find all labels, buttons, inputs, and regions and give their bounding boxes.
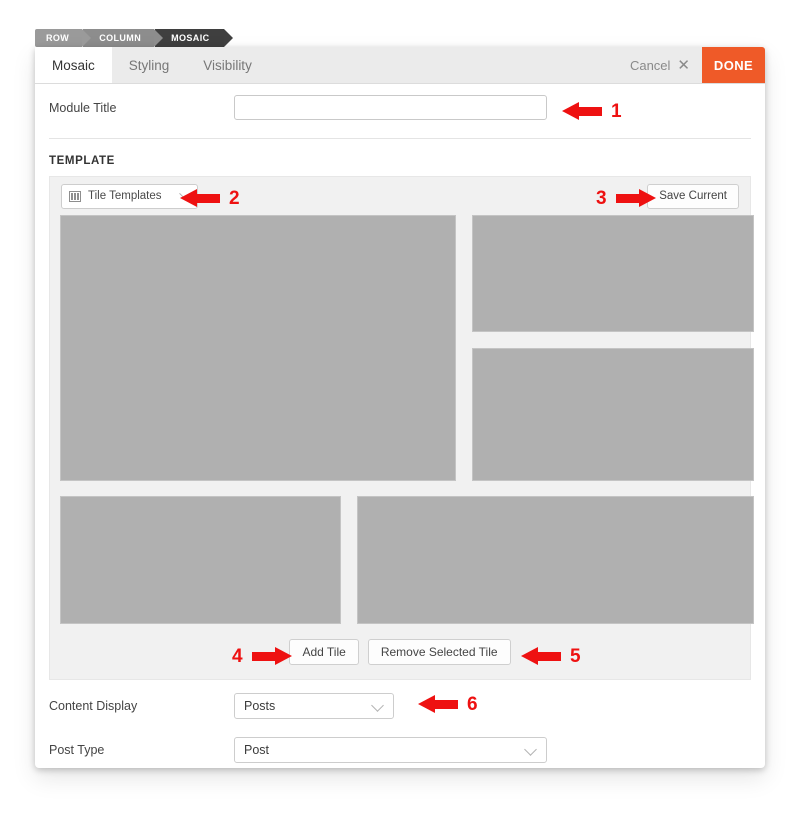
annotation-5: 5 bbox=[521, 647, 581, 666]
table-row[interactable] bbox=[60, 215, 456, 481]
add-tile-label: Add Tile bbox=[302, 645, 346, 659]
save-current-button[interactable]: Save Current bbox=[647, 183, 739, 209]
content-display-row: Content Display Posts bbox=[35, 684, 765, 728]
save-current-label: Save Current bbox=[659, 190, 727, 202]
module-title-input[interactable] bbox=[234, 95, 547, 120]
arrow-right-icon bbox=[251, 647, 292, 666]
module-title-row: Module Title bbox=[35, 84, 765, 131]
tile-templates-dropdown[interactable]: Tile Templates bbox=[61, 183, 198, 209]
tab-styling[interactable]: Styling bbox=[112, 47, 187, 83]
breadcrumb-item-column[interactable]: COLUMN bbox=[83, 29, 164, 47]
tile-action-bar: Add Tile Remove Selected Tile bbox=[50, 625, 750, 679]
table-row[interactable] bbox=[60, 496, 341, 624]
annotation-1: 1 bbox=[562, 102, 622, 121]
remove-tile-label: Remove Selected Tile bbox=[380, 645, 498, 659]
tab-label: Visibility bbox=[203, 57, 252, 73]
breadcrumb-label: ROW bbox=[46, 33, 70, 43]
close-icon: ✕ bbox=[677, 56, 690, 74]
template-section-title: TEMPLATE bbox=[49, 155, 115, 167]
cancel-button[interactable]: Cancel ✕ bbox=[618, 58, 702, 73]
remove-selected-tile-button[interactable]: Remove Selected Tile bbox=[367, 639, 511, 665]
annotation-number: 5 bbox=[570, 646, 581, 667]
arrow-left-icon bbox=[180, 189, 220, 208]
done-button[interactable]: DONE bbox=[702, 47, 765, 83]
post-type-row: Post Type Post bbox=[35, 728, 765, 772]
annotation-number: 2 bbox=[229, 188, 240, 209]
chevron-down-icon bbox=[371, 699, 384, 712]
annotation-number: 3 bbox=[596, 188, 607, 209]
tab-bar: Mosaic Styling Visibility Cancel ✕ DONE bbox=[35, 47, 765, 84]
table-row[interactable] bbox=[472, 348, 754, 481]
chevron-down-icon bbox=[524, 743, 537, 756]
tab-label: Styling bbox=[128, 57, 170, 73]
post-type-label: Post Type bbox=[49, 743, 105, 757]
annotation-2: 2 bbox=[180, 189, 240, 208]
breadcrumb-item-mosaic[interactable]: MOSAIC bbox=[155, 29, 233, 47]
content-display-select[interactable]: Posts bbox=[234, 693, 394, 719]
module-title-label: Module Title bbox=[49, 100, 117, 115]
breadcrumb-label: COLUMN bbox=[99, 33, 142, 43]
cancel-label: Cancel bbox=[629, 57, 671, 73]
arrow-right-icon bbox=[615, 189, 656, 208]
settings-panel: Mosaic Styling Visibility Cancel ✕ DONE … bbox=[35, 47, 765, 768]
table-row[interactable] bbox=[472, 215, 754, 332]
tab-visibility[interactable]: Visibility bbox=[186, 47, 269, 83]
arrow-left-icon bbox=[521, 647, 561, 666]
content-display-label: Content Display bbox=[49, 699, 138, 713]
tab-label: Mosaic bbox=[52, 57, 95, 73]
annotation-number: 4 bbox=[232, 646, 243, 667]
content-display-value: Posts bbox=[244, 699, 276, 713]
done-label: DONE bbox=[713, 57, 754, 73]
tab-mosaic[interactable]: Mosaic bbox=[35, 47, 112, 83]
annotation-4: 4 bbox=[232, 647, 292, 666]
annotation-number: 6 bbox=[467, 694, 478, 715]
annotation-number: 1 bbox=[611, 101, 622, 122]
table-row[interactable] bbox=[357, 496, 754, 624]
columns-icon bbox=[69, 190, 81, 202]
post-type-select[interactable]: Post bbox=[234, 737, 547, 763]
arrow-left-icon bbox=[562, 102, 602, 121]
breadcrumb-item-row[interactable]: ROW bbox=[35, 29, 92, 47]
header-actions: Cancel ✕ DONE bbox=[618, 47, 765, 83]
screenshot-root: ROW COLUMN MOSAIC Mosaic Styling Visibil… bbox=[0, 0, 800, 813]
post-type-value: Post bbox=[244, 743, 270, 757]
annotation-3: 3 bbox=[596, 189, 656, 208]
annotation-6: 6 bbox=[418, 695, 478, 714]
arrow-left-icon bbox=[418, 695, 458, 714]
template-box: Tile Templates Save Current Add Tile Rem… bbox=[49, 176, 754, 680]
breadcrumb-label: MOSAIC bbox=[171, 33, 210, 43]
mosaic-tile-grid bbox=[60, 215, 754, 625]
breadcrumb: ROW COLUMN MOSAIC bbox=[35, 29, 233, 47]
tile-templates-label: Tile Templates bbox=[88, 190, 162, 202]
add-tile-button[interactable]: Add Tile bbox=[289, 639, 359, 665]
